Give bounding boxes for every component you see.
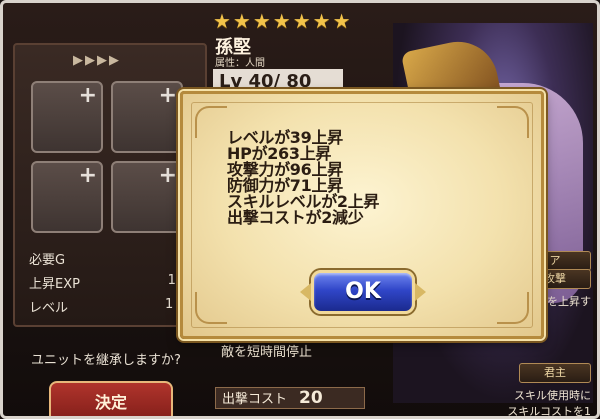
arrow-indicators: ▶▶▶▶ xyxy=(73,53,121,68)
stat-label: 必要G xyxy=(29,253,66,268)
material-slot-3[interactable]: + xyxy=(31,161,103,233)
ornament-corner xyxy=(195,292,227,324)
stat-label: レベル xyxy=(29,301,69,316)
decide-button[interactable]: 決定 xyxy=(49,381,173,416)
result-dialog: レベルが39上昇 HPが263上昇 攻撃力が96上昇 防御力が71上昇 スキルレ… xyxy=(180,91,544,339)
lord-skill-description-2: スキルコストを1 xyxy=(507,405,591,418)
plus-icon: + xyxy=(78,163,97,188)
lord-skill-description: スキル使用時に xyxy=(514,389,591,402)
lord-tag: 君主 xyxy=(519,363,591,383)
rarity-stars: ★★★★★★★ xyxy=(213,9,353,33)
game-screen: ▶▶▶▶ + + + + 必要G 800 上昇EXP 10400 レベル 1 ➜… xyxy=(0,0,600,419)
plus-icon: + xyxy=(158,163,177,188)
result-message: レベルが39上昇 HPが263上昇 攻撃力が96上昇 防御力が71上昇 スキルレ… xyxy=(227,130,379,226)
plus-icon: + xyxy=(78,83,97,108)
ok-button[interactable]: OK xyxy=(300,270,426,314)
deploy-cost: 出撃コスト 20 xyxy=(215,387,365,409)
deploy-cost-value: 20 xyxy=(299,388,323,408)
material-slot-4[interactable]: + xyxy=(111,161,183,233)
stat-label: 上昇EXP xyxy=(29,277,80,292)
material-slot-1[interactable]: + xyxy=(31,81,103,153)
ornament-corner xyxy=(497,106,529,138)
deploy-cost-label: 出撃コスト xyxy=(222,392,288,407)
character-attribute: 属性：人間 xyxy=(215,58,265,69)
skill-description: を上昇す xyxy=(547,295,591,308)
plus-icon: + xyxy=(158,83,177,108)
result-line-cost: 出撃コストが2減少 xyxy=(227,208,364,227)
inherit-question: ユニットを継承しますか? xyxy=(31,353,181,368)
ornament-corner xyxy=(497,292,529,324)
ornament-corner xyxy=(195,106,227,138)
material-slot-2[interactable]: + xyxy=(111,81,183,153)
skill-effect-text: 敵を短時間停止 xyxy=(221,345,313,360)
